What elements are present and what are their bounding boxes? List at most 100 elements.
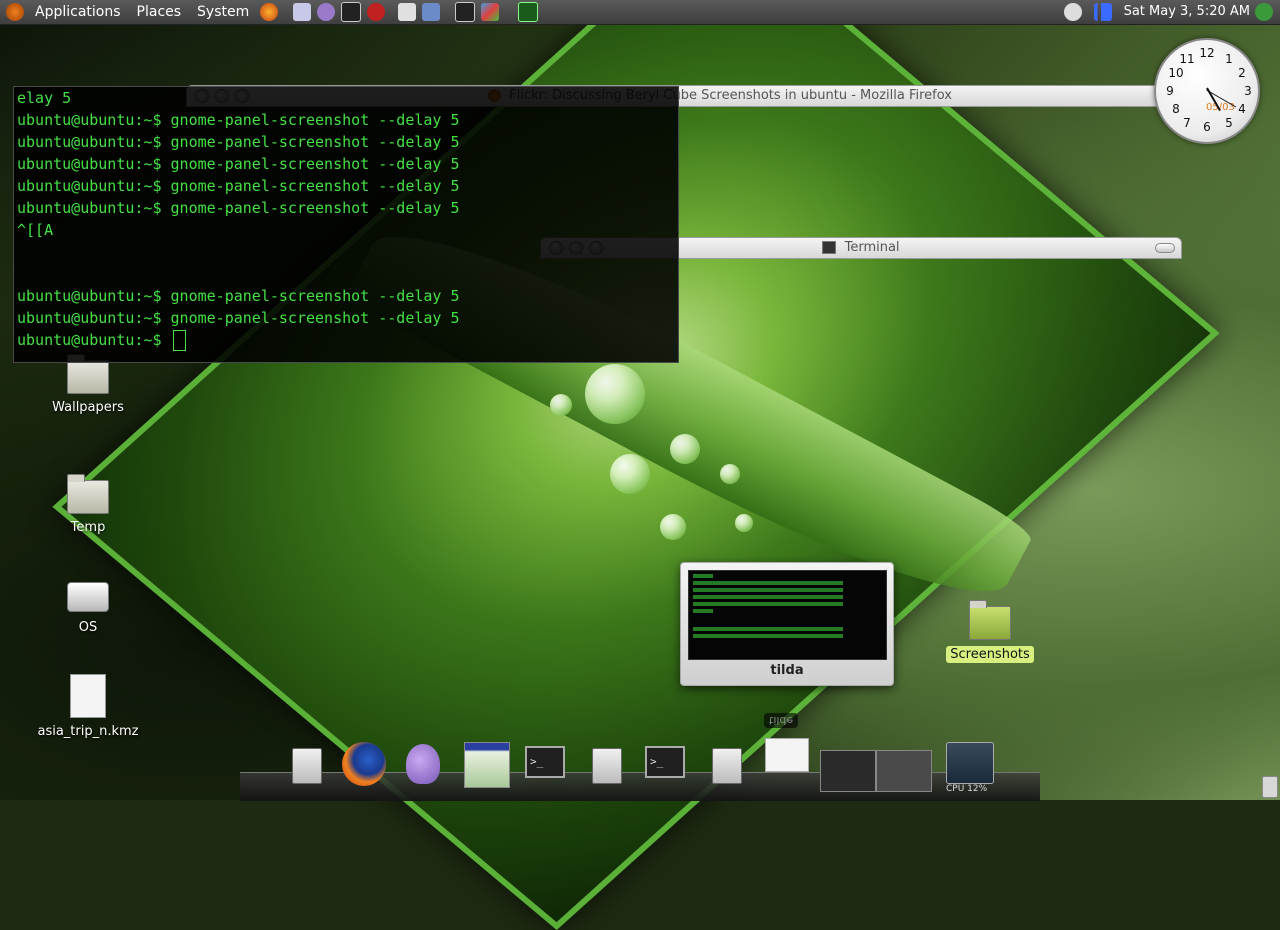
terminal-prompt-line[interactable]: ubuntu@ubuntu:~$ — [14, 329, 678, 351]
dock-terminal[interactable]: >_ — [522, 742, 568, 788]
water-drop — [720, 464, 740, 484]
dock-workspace-switcher[interactable] — [820, 750, 932, 796]
thumb-line — [693, 581, 843, 585]
folder-icon — [67, 474, 109, 514]
cpu-graph-icon — [946, 742, 994, 784]
prompt-text: ubuntu@ubuntu:~$ — [17, 331, 171, 349]
clock-number: 2 — [1238, 66, 1246, 80]
terminal-line: elay 5 — [17, 89, 72, 107]
clock-number: 8 — [1172, 102, 1180, 116]
water-drop — [610, 454, 650, 494]
scroll-handle[interactable] — [1262, 776, 1278, 798]
thumb-line — [693, 574, 713, 578]
icon-label: OS — [78, 620, 98, 635]
clock-number: 1 — [1225, 52, 1233, 66]
folder-icon — [969, 600, 1011, 640]
clock-number: 7 — [1183, 116, 1191, 130]
icon-label: Temp — [70, 520, 106, 535]
thumb-line — [693, 602, 843, 606]
settings-launcher-icon[interactable] — [422, 3, 441, 21]
places-menu[interactable]: Places — [129, 0, 190, 24]
user-switcher-icon[interactable] — [1255, 3, 1273, 21]
firefox-launcher-icon[interactable] — [260, 3, 279, 21]
water-drop — [670, 434, 700, 464]
tux-icon — [765, 738, 809, 772]
archive-launcher-icon[interactable] — [341, 2, 362, 22]
drive-icon — [67, 582, 109, 612]
editor-launcher-icon[interactable] — [398, 3, 417, 21]
system-tray — [1061, 3, 1115, 21]
network-icon[interactable] — [1064, 3, 1082, 21]
dock-file-cabinet[interactable] — [284, 742, 330, 788]
terminal-line: ubuntu@ubuntu:~$ gnome-panel-screenshot … — [17, 309, 460, 327]
thumb-line — [693, 609, 713, 613]
pidgin-launcher-icon[interactable] — [317, 3, 336, 21]
clock-number: 10 — [1168, 66, 1184, 80]
water-drop — [735, 514, 753, 532]
clock-number: 3 — [1244, 84, 1252, 98]
dock-firefox[interactable] — [342, 742, 388, 788]
window-switcher-popup: tilda — [680, 562, 894, 686]
temp-folder[interactable]: Temp — [28, 474, 148, 535]
terminal-line: ^[[A — [17, 221, 54, 239]
workspace-1[interactable] — [820, 750, 876, 792]
water-drop — [660, 514, 686, 540]
terminal-line: ubuntu@ubuntu:~$ gnome-panel-screenshot … — [17, 199, 460, 217]
clock-number: 6 — [1203, 120, 1211, 134]
terminal-icon: >_ — [645, 746, 685, 778]
media-launcher-icon[interactable] — [367, 3, 386, 21]
ubuntu-logo-icon[interactable] — [6, 3, 24, 21]
dock-pidgin[interactable] — [400, 742, 446, 788]
system-monitor-icon[interactable] — [518, 2, 539, 22]
cabinet-icon — [592, 748, 622, 784]
applications-menu[interactable]: Applications — [27, 0, 129, 24]
icon-label: Wallpapers — [52, 400, 124, 415]
os-drive[interactable]: OS — [28, 582, 148, 635]
cabinet-icon — [292, 748, 322, 784]
cpu-label: CPU 12% — [946, 784, 988, 794]
switcher-window-label: tilda — [770, 663, 804, 678]
mail-launcher-icon[interactable] — [293, 3, 312, 21]
terminal-line: ubuntu@ubuntu:~$ gnome-panel-screenshot … — [17, 133, 460, 151]
wallpapers-folder[interactable]: Wallpapers — [28, 354, 148, 415]
terminal-line: ubuntu@ubuntu:~$ gnome-panel-screenshot … — [17, 155, 460, 173]
dock-window-preview[interactable] — [464, 742, 510, 788]
terminal-icon — [822, 241, 837, 254]
thumb-line — [693, 595, 843, 599]
terminal-line: ubuntu@ubuntu:~$ gnome-panel-screenshot … — [17, 177, 460, 195]
dock-terminal[interactable]: >_ — [642, 742, 688, 788]
kmz-file[interactable]: asia_trip_n.kmz — [28, 674, 148, 739]
clock-number: 4 — [1238, 102, 1246, 116]
thumb-line — [693, 627, 843, 631]
window-preview-icon — [464, 742, 510, 788]
tilda-terminal[interactable]: elay 5 ubuntu@ubuntu:~$ gnome-panel-scre… — [13, 86, 679, 363]
analog-clock-widget[interactable]: 12 1 2 3 4 5 6 7 8 9 10 11 05/03 — [1154, 38, 1260, 144]
workspace-2[interactable] — [876, 750, 932, 792]
compiz-launcher-icon[interactable] — [481, 3, 500, 21]
system-menu[interactable]: System — [189, 0, 257, 24]
thumb-line — [693, 634, 843, 638]
shade-button[interactable] — [1155, 243, 1175, 253]
terminal-line: ubuntu@ubuntu:~$ gnome-panel-screenshot … — [17, 287, 460, 305]
top-panel: Applications Places System Sat May 3, 5:… — [0, 0, 1280, 25]
panel-clock[interactable]: Sat May 3, 5:20 AM — [1124, 0, 1250, 24]
terminal-launcher-icon[interactable] — [455, 2, 476, 22]
dock-cpu-monitor[interactable]: CPU 12% — [946, 742, 994, 794]
screenshots-folder[interactable]: Screenshots — [930, 600, 1050, 663]
thumb-line — [693, 588, 843, 592]
icon-label-selected: Screenshots — [946, 646, 1034, 663]
dock-file-cabinet[interactable] — [584, 742, 630, 788]
firefox-icon — [342, 742, 386, 786]
clock-number: 9 — [1166, 84, 1174, 98]
tilda-thumbnail[interactable] — [688, 570, 887, 660]
clock-number: 11 — [1179, 52, 1195, 66]
icon-label: asia_trip_n.kmz — [37, 724, 139, 739]
dock-tilda[interactable] — [764, 738, 810, 784]
dock-file-cabinet[interactable] — [704, 742, 750, 788]
window-title: Terminal — [844, 240, 900, 255]
clock-number: 12 — [1199, 46, 1215, 60]
signal-strength-icon[interactable] — [1094, 3, 1112, 21]
file-icon — [70, 674, 106, 718]
